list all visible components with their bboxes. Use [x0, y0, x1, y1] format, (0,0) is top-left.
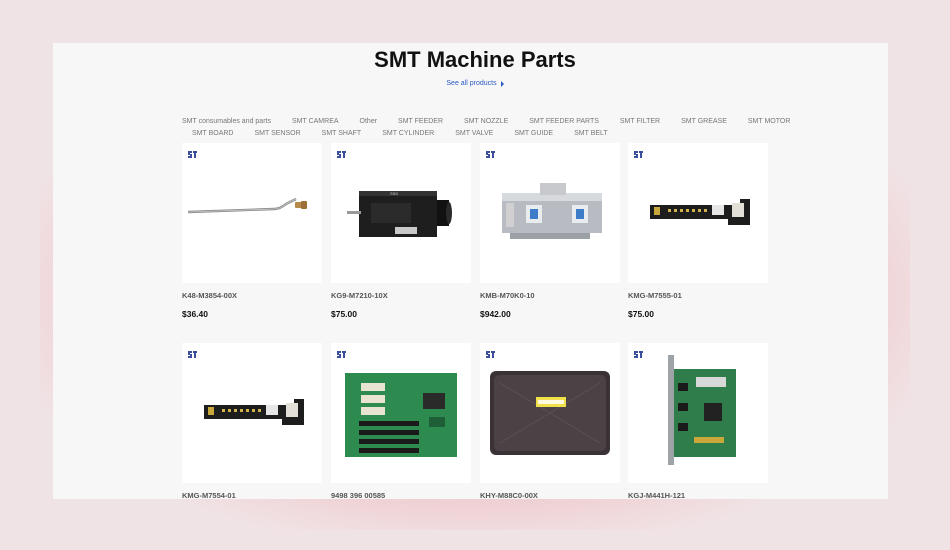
product-price: $36.40: [182, 309, 208, 319]
product-name[interactable]: K48-M3854-00X: [182, 291, 322, 301]
product-price: $942.00: [480, 309, 511, 319]
brand-badge-icon: [633, 347, 644, 360]
product-name[interactable]: KHY-M88C0-00X: [480, 491, 620, 499]
product-card[interactable]: KGJ-M441H-121: [628, 343, 768, 499]
pci-card-image: [628, 355, 768, 483]
product-image[interactable]: [628, 143, 768, 283]
product-name[interactable]: KGJ-M441H-121: [628, 491, 768, 499]
product-image[interactable]: [331, 343, 471, 483]
product-image[interactable]: [480, 343, 620, 483]
product-image[interactable]: [182, 343, 322, 483]
product-card[interactable]: KMB-M70K0-10 $942.00: [480, 143, 620, 319]
brand-badge-icon: [336, 147, 347, 160]
product-image[interactable]: [628, 343, 768, 483]
brand-badge-icon: [336, 347, 347, 360]
steel-tube-part-image: [182, 197, 322, 283]
product-image[interactable]: [182, 143, 322, 283]
packaged-part-image: [480, 371, 620, 483]
brand-badge-icon: [485, 347, 496, 360]
product-image[interactable]: SSD: [331, 143, 471, 283]
product-price: $75.00: [628, 309, 654, 319]
product-price: $75.00: [331, 309, 357, 319]
pcb-board-image: [182, 399, 322, 483]
feeder-unit-image: [480, 183, 620, 283]
product-name[interactable]: KG9-M7210-10X: [331, 291, 471, 301]
product-name[interactable]: 9498 396 00585: [331, 491, 471, 499]
product-card[interactable]: SSD KG9-M7210-10X $75.00: [331, 143, 471, 319]
brand-badge-icon: [633, 147, 644, 160]
brand-badge-icon: [187, 147, 198, 160]
product-card[interactable]: K48-M3854-00X $36.40: [182, 143, 322, 319]
svg-text:SSD: SSD: [390, 191, 398, 196]
product-card[interactable]: KMG-M7555-01 $75.00: [628, 143, 768, 319]
backplane-board-image: [331, 373, 471, 483]
product-card[interactable]: KHY-M88C0-00X: [480, 343, 620, 499]
pcb-board-image: [628, 199, 768, 283]
product-image[interactable]: [480, 143, 620, 283]
product-name[interactable]: KMG-M7554-01: [182, 491, 322, 499]
product-card[interactable]: KMG-M7554-01: [182, 343, 322, 499]
product-card[interactable]: 9498 396 00585: [331, 343, 471, 499]
brand-badge-icon: [187, 347, 198, 360]
camera-module-image: SSD: [331, 191, 471, 283]
brand-badge-icon: [485, 147, 496, 160]
product-name[interactable]: KMB-M70K0-10: [480, 291, 620, 301]
product-name[interactable]: KMG-M7555-01: [628, 291, 768, 301]
